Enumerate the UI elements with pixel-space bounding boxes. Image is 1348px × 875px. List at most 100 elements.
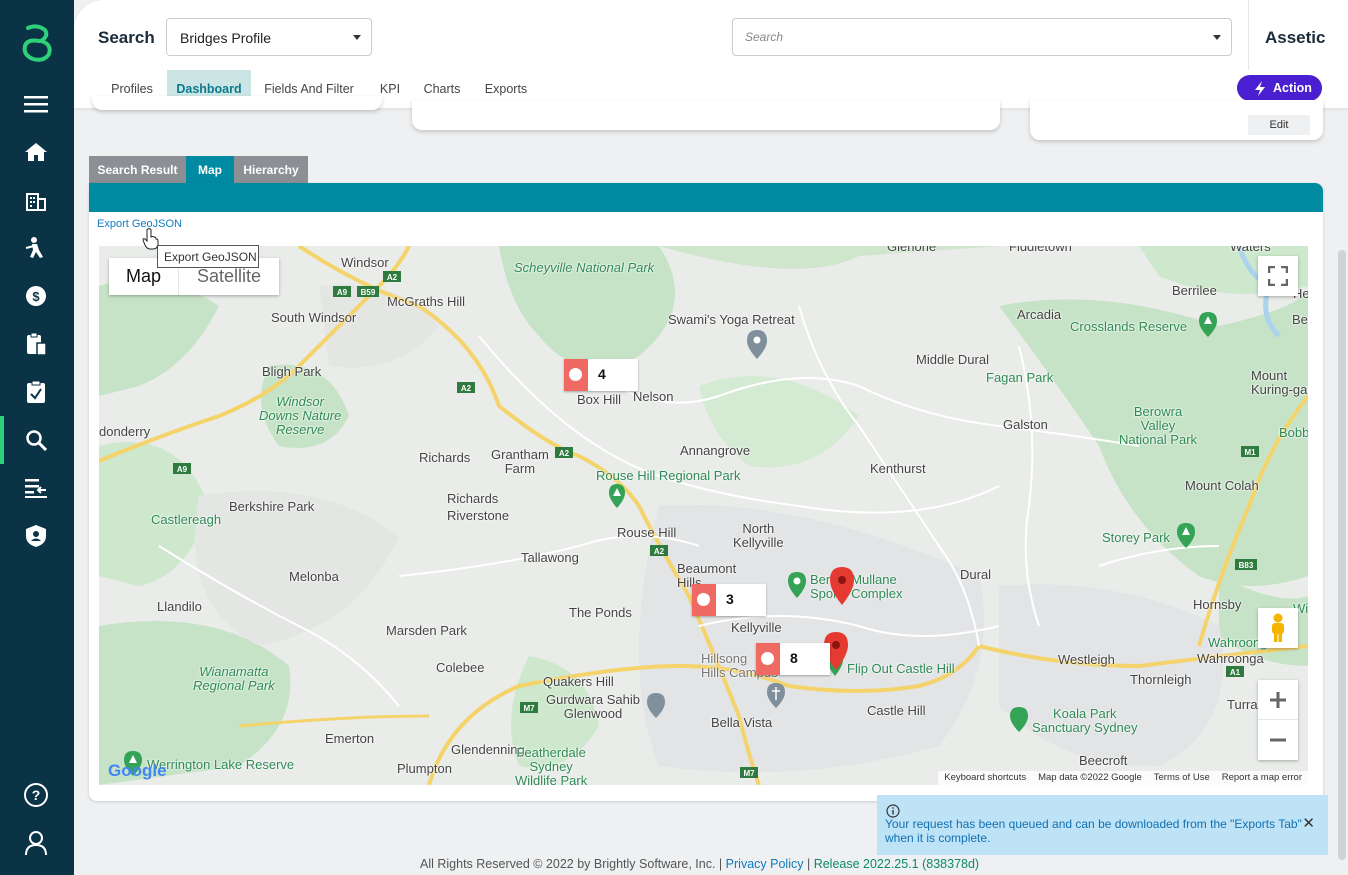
terms-link[interactable]: Terms of Use <box>1154 772 1210 784</box>
place-label: Colebee <box>436 660 485 675</box>
map-data-text: Map data ©2022 Google <box>1038 772 1142 783</box>
place-label: Kenthurst <box>870 461 926 476</box>
profile-select-value: Bridges Profile <box>180 30 272 46</box>
clipboard-building-icon[interactable] <box>22 330 50 358</box>
park-label: Windsor Downs Nature Reserve <box>259 394 342 437</box>
asset-cluster-marker[interactable]: 4 <box>564 359 638 391</box>
export-geojson-link[interactable]: Export GeoJSON <box>97 218 182 230</box>
brightly-logo-icon[interactable] <box>19 22 55 62</box>
copyright-text: All Rights Reserved © 2022 by Brightly S… <box>420 857 723 871</box>
hand-cursor-icon <box>142 228 159 250</box>
worker-icon[interactable] <box>22 234 50 262</box>
page-footer: All Rights Reserved © 2022 by Brightly S… <box>420 857 979 871</box>
tab-map[interactable]: Map <box>186 156 234 183</box>
shield-user-icon[interactable] <box>22 522 50 550</box>
place-label: Mount Colah <box>1185 478 1259 493</box>
export-queued-toast: Your request has been queued and can be … <box>877 795 1328 855</box>
plus-icon <box>1270 691 1286 708</box>
kpi-card-1 <box>92 96 382 110</box>
menu-icon[interactable] <box>22 90 50 118</box>
user-profile-icon[interactable] <box>22 829 50 857</box>
action-button[interactable]: Action <box>1237 75 1322 101</box>
close-icon[interactable]: ✕ <box>1302 816 1315 831</box>
place-label: Beecroft <box>1079 753 1128 768</box>
place-label: Richards <box>419 450 471 465</box>
place-label: Rouse Hill <box>617 525 677 540</box>
park-label: Storey Park <box>1102 530 1170 545</box>
park-label: Featherdale Sydney Wildlife Park <box>515 745 588 786</box>
chevron-down-icon <box>353 35 361 40</box>
place-label: Fiddletown <box>1009 246 1072 254</box>
search-title: Search <box>98 28 155 47</box>
home-icon[interactable] <box>22 138 50 166</box>
place-label: Berrilee <box>1172 283 1217 298</box>
park-label: Berowra Valley National Park <box>1119 404 1198 447</box>
place-label: McGraths Hill <box>387 294 466 309</box>
place-label: Gurdwara Sahib Glenwood <box>546 692 640 721</box>
svg-text:$: $ <box>32 289 40 304</box>
cluster-icon <box>692 584 716 616</box>
place-label: donderry <box>99 424 151 439</box>
zoom-in-button[interactable] <box>1258 680 1298 720</box>
place-label: Middle Dural <box>916 352 989 367</box>
tab-hierarchy[interactable]: Hierarchy <box>234 156 308 183</box>
park-label: Fagan Park <box>986 370 1054 385</box>
map-attribution: Keyboard shortcuts Map data ©2022 Google… <box>938 771 1308 785</box>
google-logo[interactable]: Google <box>108 761 167 781</box>
global-search[interactable] <box>732 18 1232 56</box>
place-label: Swami's Yoga Retreat <box>668 312 795 327</box>
page-scrollbar[interactable] <box>1338 250 1346 860</box>
street-view-pegman[interactable] <box>1258 608 1298 648</box>
place-label: Castle Hill <box>867 703 926 718</box>
help-icon[interactable]: ? <box>22 781 50 809</box>
place-label: Turra <box>1227 697 1258 712</box>
cluster-icon <box>564 359 588 391</box>
place-label: Melonba <box>289 569 339 584</box>
place-label: Plumpton <box>397 761 452 776</box>
place-label: Scheyville National Park <box>514 260 655 275</box>
map-view[interactable]: Windsor Scheyville National Park McGrath… <box>99 246 1308 785</box>
place-label: North Kellyville <box>733 521 784 550</box>
asset-cluster-marker[interactable]: 8 <box>756 643 830 675</box>
profile-select[interactable]: Bridges Profile <box>166 18 372 56</box>
action-button-label: Action <box>1273 81 1312 95</box>
map-panel-header <box>89 183 1323 212</box>
release-version: Release 2022.25.1 (838378d) <box>813 857 980 871</box>
brand-name: Assetic <box>1265 28 1326 47</box>
cluster-icon <box>756 643 780 675</box>
park-label: Bobbin <box>1279 425 1308 440</box>
finance-icon[interactable]: $ <box>22 282 50 310</box>
report-error-link[interactable]: Report a map error <box>1222 772 1302 784</box>
place-label: The Ponds <box>569 605 632 620</box>
place-label: Kellyville <box>731 620 782 635</box>
footer-separator: | <box>806 857 811 871</box>
tab-search-result[interactable]: Search Result <box>89 156 186 183</box>
fullscreen-button[interactable] <box>1258 256 1298 296</box>
buildings-icon[interactable] <box>22 186 50 214</box>
park-label: Bernie Mullane Sports Complex <box>810 572 903 601</box>
search-dropdown-chevron-icon[interactable] <box>1213 35 1221 40</box>
cluster-count: 4 <box>598 366 606 382</box>
cluster-count: 3 <box>726 591 734 607</box>
edit-button[interactable]: Edit <box>1248 115 1310 135</box>
place-label: Wahroonga <box>1197 651 1264 666</box>
bolt-icon <box>1255 81 1265 96</box>
list-import-icon[interactable] <box>22 474 50 502</box>
asset-cluster-marker[interactable]: 3 <box>692 584 766 616</box>
keyboard-shortcuts-link[interactable]: Keyboard shortcuts <box>944 772 1026 784</box>
place-label: Bligh Park <box>262 364 322 379</box>
left-nav-rail: $ ? <box>0 0 74 875</box>
place-label: Galston <box>1003 417 1048 432</box>
header-divider <box>1248 0 1249 70</box>
global-search-input[interactable] <box>733 19 1173 55</box>
zoom-out-button[interactable] <box>1258 720 1298 760</box>
place-label: South Windsor <box>271 310 357 325</box>
privacy-policy-link[interactable]: Privacy Policy <box>726 857 804 871</box>
place-label: Glendenning <box>451 742 525 757</box>
active-nav-indicator <box>0 416 4 464</box>
place-label: Thornleigh <box>1130 672 1192 687</box>
place-label: Bella Vista <box>711 715 773 730</box>
park-label: Koala Park Sanctuary Sydney <box>1032 706 1138 735</box>
checklist-icon[interactable] <box>22 378 50 406</box>
search-nav-icon[interactable] <box>22 426 50 454</box>
